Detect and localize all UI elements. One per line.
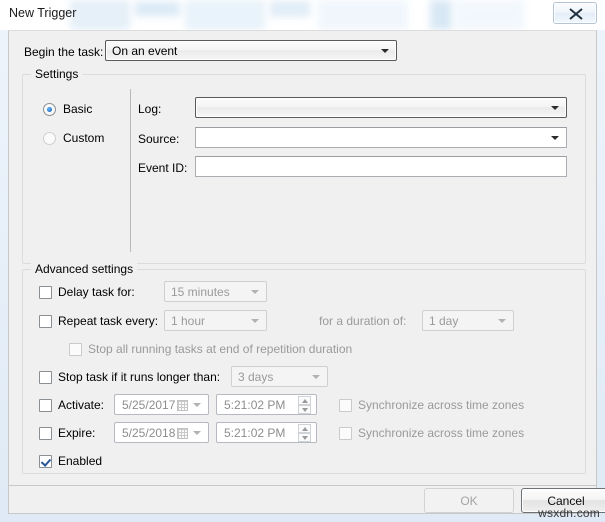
- activate-time-spinner[interactable]: [298, 395, 311, 414]
- expire-time-picker[interactable]: 5:21:02 PM: [216, 422, 317, 443]
- radio-custom-label: Custom: [63, 131, 105, 145]
- event-id-label: Event ID:: [138, 161, 188, 175]
- begin-task-value: On an event: [112, 43, 178, 58]
- spinner-down-icon[interactable]: [298, 432, 311, 442]
- title-bar: New Trigger: [0, 0, 605, 30]
- chevron-down-icon: [551, 105, 559, 110]
- repeat-task-combo[interactable]: 1 hour: [164, 310, 267, 331]
- stop-longer-label: Stop task if it runs longer than:: [58, 370, 221, 384]
- source-label: Source:: [138, 132, 180, 146]
- settings-legend: Settings: [31, 67, 83, 81]
- activate-sync-checkbox[interactable]: [339, 399, 352, 412]
- begin-task-combo[interactable]: On an event: [105, 40, 397, 61]
- ok-button[interactable]: OK: [424, 488, 514, 513]
- duration-combo[interactable]: 1 day: [422, 310, 514, 331]
- spinner-up-icon[interactable]: [298, 395, 311, 405]
- radio-basic-label: Basic: [63, 102, 93, 116]
- delay-task-combo[interactable]: 15 minutes: [164, 281, 267, 302]
- activate-checkbox[interactable]: [39, 399, 52, 412]
- calendar-icon: [177, 427, 188, 439]
- chevron-down-icon: [193, 430, 201, 435]
- duration-label: for a duration of:: [319, 314, 407, 328]
- expire-date-picker[interactable]: 5/25/2018: [114, 422, 209, 443]
- chevron-down-icon: [381, 48, 389, 53]
- dialog-footer: OK Cancel: [8, 486, 605, 514]
- activate-date-picker[interactable]: 5/25/2017: [114, 394, 209, 415]
- close-icon: [569, 8, 583, 20]
- repeat-task-checkbox[interactable]: [39, 315, 52, 328]
- expire-label: Expire:: [58, 426, 96, 440]
- stop-all-tasks-checkbox[interactable]: [69, 343, 82, 356]
- chevron-down-icon: [251, 318, 259, 323]
- expire-time-spinner[interactable]: [298, 423, 311, 442]
- activate-date-value: 5/25/2017: [122, 397, 176, 412]
- settings-divider: [130, 89, 131, 252]
- chevron-down-icon: [312, 374, 320, 379]
- window-title: New Trigger: [9, 6, 77, 20]
- activate-time-picker[interactable]: 5:21:02 PM: [216, 394, 317, 415]
- expire-sync-checkbox[interactable]: [339, 427, 352, 440]
- activate-sync-label: Synchronize across time zones: [358, 398, 525, 412]
- expire-time-value: 5:21:02 PM: [224, 425, 286, 440]
- advanced-legend: Advanced settings: [31, 262, 138, 276]
- chevron-down-icon: [551, 135, 559, 140]
- stop-longer-value: 3 days: [238, 369, 274, 384]
- log-combo[interactable]: [195, 97, 567, 118]
- expire-date-value: 5/25/2018: [122, 425, 176, 440]
- delay-task-value: 15 minutes: [171, 284, 230, 299]
- dialog-client-area: Begin the task: On an event Settings Bas…: [8, 30, 597, 486]
- source-combo[interactable]: [195, 127, 567, 148]
- delay-task-label: Delay task for:: [58, 285, 135, 299]
- duration-value: 1 day: [429, 313, 459, 328]
- stop-longer-checkbox[interactable]: [39, 371, 52, 384]
- activate-time-value: 5:21:02 PM: [224, 397, 286, 412]
- close-button[interactable]: [553, 2, 597, 24]
- expire-sync-label: Synchronize across time zones: [358, 426, 525, 440]
- event-id-input[interactable]: [195, 156, 567, 177]
- enabled-label: Enabled: [58, 454, 103, 468]
- repeat-task-label: Repeat task every:: [58, 314, 159, 328]
- log-label: Log:: [138, 102, 162, 116]
- chevron-down-icon: [498, 318, 506, 323]
- chevron-down-icon: [193, 402, 201, 407]
- spinner-down-icon[interactable]: [298, 404, 311, 414]
- radio-custom[interactable]: [43, 132, 56, 145]
- new-trigger-dialog: New Trigger Begin the task: On an event …: [0, 0, 605, 522]
- enabled-checkbox[interactable]: [39, 455, 52, 468]
- radio-basic[interactable]: [43, 103, 56, 116]
- activate-label: Activate:: [58, 398, 105, 412]
- expire-checkbox[interactable]: [39, 427, 52, 440]
- repeat-task-value: 1 hour: [171, 313, 206, 328]
- stop-all-tasks-label: Stop all running tasks at end of repetit…: [88, 342, 353, 356]
- delay-task-checkbox[interactable]: [39, 286, 52, 299]
- begin-task-label: Begin the task:: [24, 45, 104, 59]
- watermark: wsxdn.com: [538, 506, 600, 520]
- spinner-up-icon[interactable]: [298, 423, 311, 433]
- chevron-down-icon: [251, 289, 259, 294]
- stop-longer-combo[interactable]: 3 days: [231, 366, 328, 387]
- calendar-icon: [177, 399, 188, 411]
